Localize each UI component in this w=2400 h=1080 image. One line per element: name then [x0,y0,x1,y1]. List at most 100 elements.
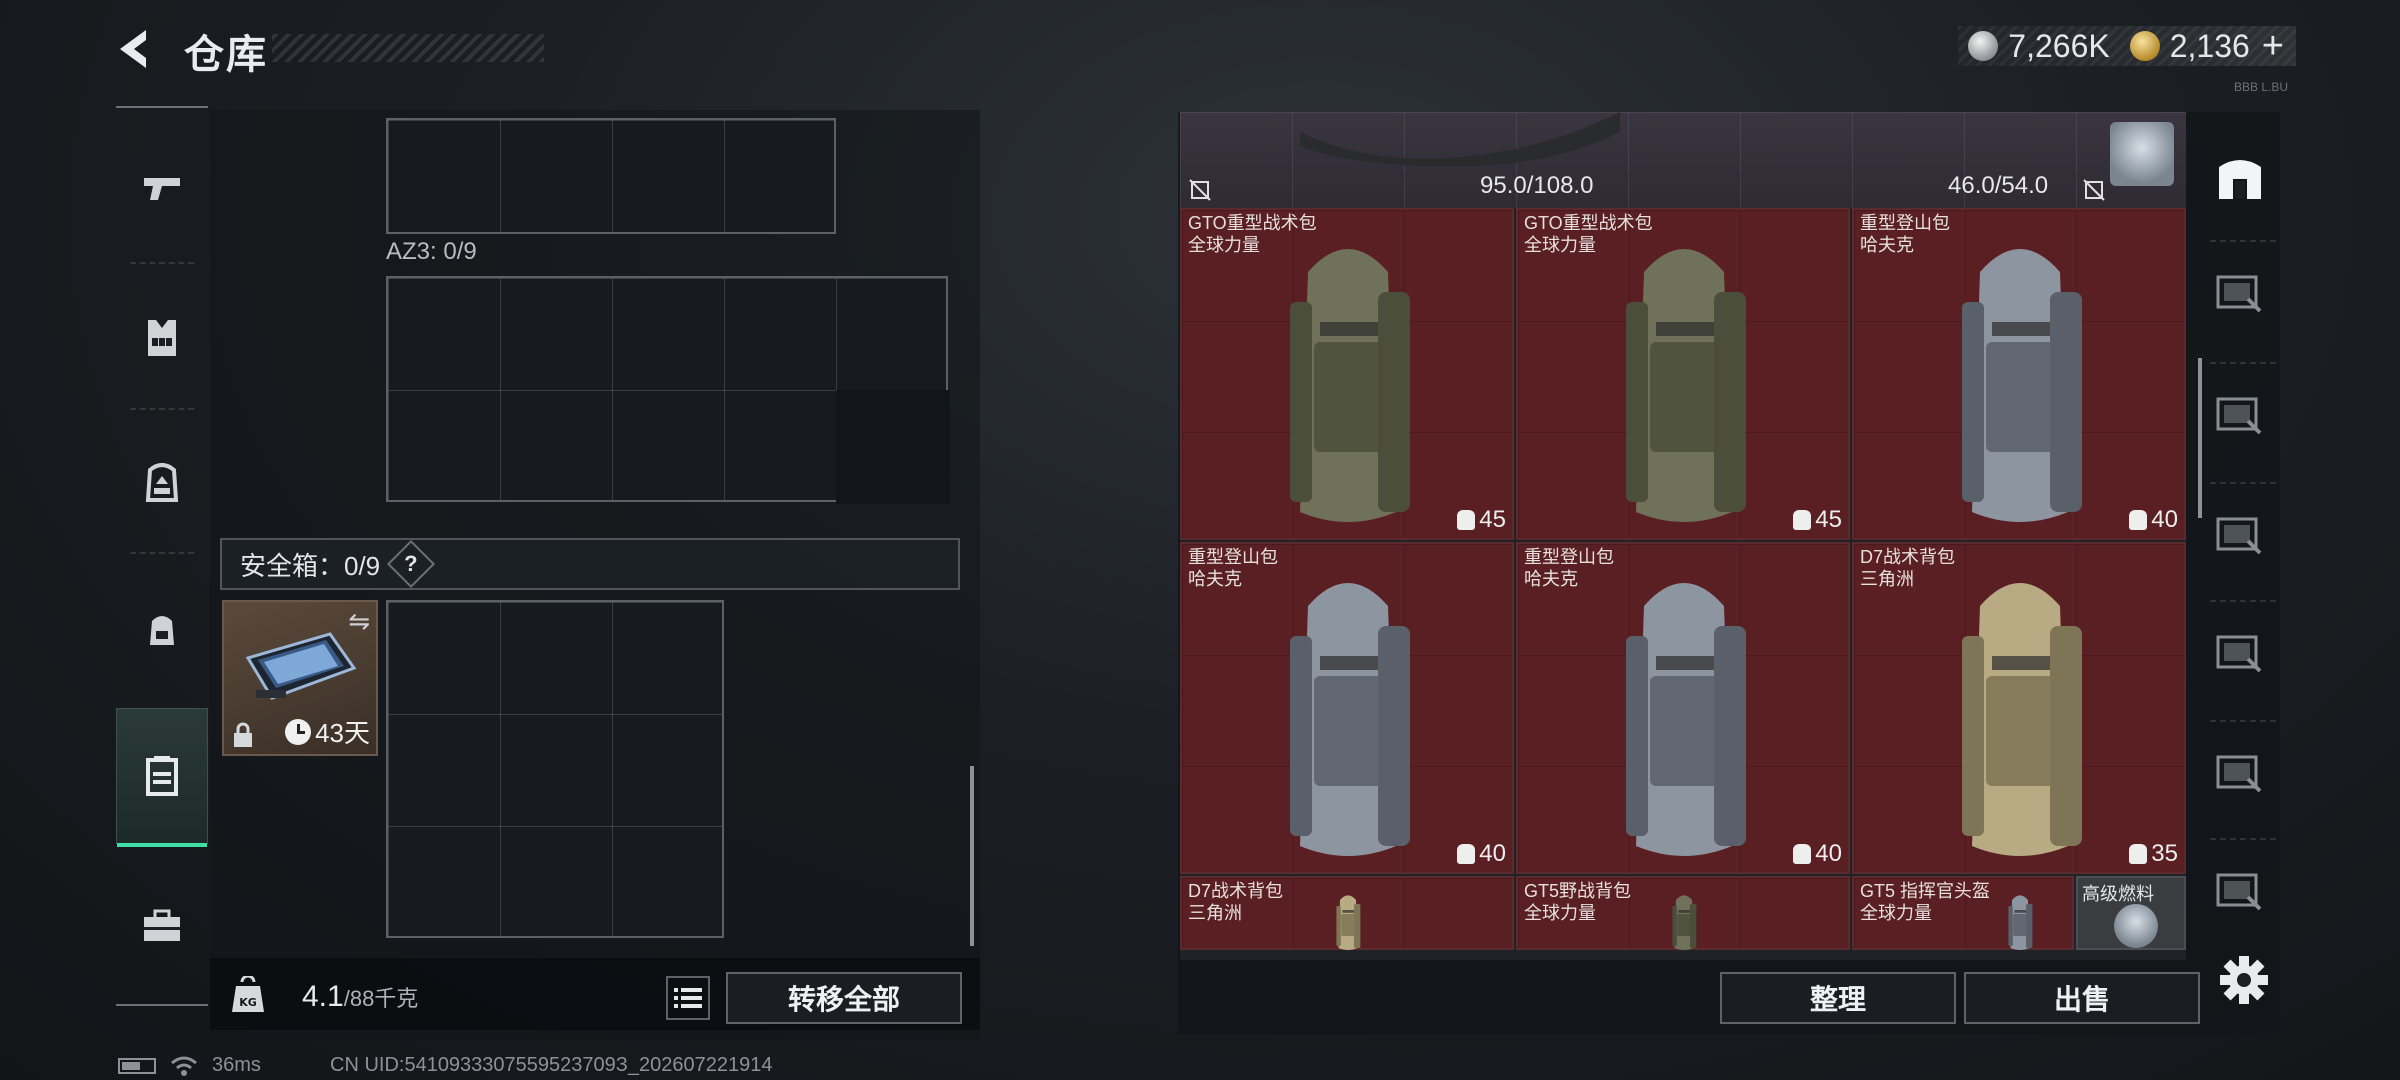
sell-button[interactable]: 出售 [1964,972,2200,1024]
rail-separator [2210,838,2276,840]
fuel-label: 高级燃料 [2082,884,2154,904]
small-backpack-icon [150,616,174,645]
item-name-label: 重型登山包 哈夫克 [1188,547,1278,589]
item-name-label: 重型登山包 哈夫克 [1524,547,1614,589]
video-card-icon [2216,635,2262,673]
vest-icon [148,320,176,356]
item-name-label: GTO重型战术包 全球力量 [1188,213,1317,255]
stack-card-icon [2216,397,2262,435]
list-icon [674,988,702,1008]
stash-item[interactable]: D7战术背包 三角洲 [1180,876,1514,950]
rail-item-weapon[interactable] [116,118,208,258]
backpack-image [1962,583,2082,856]
item-capacity: 40 [1457,840,1506,868]
transfer-all-button[interactable]: 转移全部 [726,972,962,1024]
backpack-image [1626,583,1746,856]
safe-box-bar: 安全箱：0/9 ? [220,538,960,590]
item-name-label: GT5野战背包 全球力量 [1524,881,1632,923]
stash-scrollbar[interactable] [2198,358,2202,518]
stash-tab-1[interactable] [2208,262,2272,322]
stash-item[interactable]: 重型登山包 哈夫克 40 [1180,542,1514,874]
uid-text: CN UID:5410933307559523709З_202607221914 [330,1054,773,1076]
item-name-label: D7战术背包 三角洲 [1188,881,1284,923]
safe-box-image [245,632,357,700]
item-name-label: D7战术背包 三角洲 [1860,547,1956,589]
fuel-can-image[interactable] [2110,122,2174,186]
no-rotate-icon [2083,179,2105,201]
stash-home-button[interactable] [2208,148,2272,208]
rail-separator [2210,600,2276,602]
bag-icon [1793,510,1812,530]
rail-item-vest[interactable] [116,268,208,408]
az3-label: AZ3: 0/9 [386,238,477,265]
swap-icon: ⇋ [348,606,370,636]
help-icon: ? [404,550,418,576]
battery-icon [118,1057,156,1074]
bag-icon [1793,844,1812,864]
stash-tab-4[interactable] [2208,622,2272,682]
bag-icon [1457,844,1476,864]
organize-button[interactable]: 整理 [1720,972,1956,1024]
rail-item-pouch[interactable] [116,560,208,700]
backpack-icon [145,463,179,502]
weight-max: /88千克 [343,986,419,1011]
backpack-image [1962,249,2082,522]
rail-separator [2210,720,2276,722]
wifi-icon [171,1056,197,1076]
page-title: 仓库 [184,33,268,77]
rail-item-backpack[interactable] [116,412,208,552]
version-text: BBB L.BU [2233,80,2288,94]
stash-tab-2[interactable] [2208,384,2272,444]
backpack-image [1290,249,1410,522]
item-name-label: GT5 指挥官头盔 全球力量 [1860,881,1991,923]
rail-separator [130,552,194,554]
back-arrow-icon[interactable] [112,24,156,74]
add-currency-button[interactable]: + [2262,25,2284,68]
stash-item[interactable]: GTO重型战术包 全球力量 45 [1516,208,1850,540]
safe-box-item[interactable]: ⇋ 43天 [222,600,378,756]
gear-icon[interactable] [2216,952,2272,1008]
rail-item-safe-box[interactable] [116,708,208,847]
stash-tab-5[interactable] [2208,742,2272,802]
clock-icon [285,718,312,745]
item-capacity: 40 [1793,840,1842,868]
list-view-button[interactable] [666,976,710,1020]
stash-tab-3[interactable] [2208,504,2272,564]
backpack-image [1626,249,1746,522]
stash-item[interactable]: GT5野战背包 全球力量 [1516,876,1850,950]
video-card-icon [2216,517,2262,555]
stash-tab-6[interactable] [2208,860,2272,920]
rail-separator [2210,240,2276,242]
loadout-scrollbar[interactable] [970,766,974,946]
gold-amount: 2,136 [2169,27,2250,64]
item-capacity: 45 [1793,506,1842,534]
stash-item[interactable]: 重型登山包 哈夫克 40 [1516,542,1850,874]
bag-icon [1457,510,1476,530]
bag-icon [2129,510,2148,530]
silver-coin-icon [1968,31,1999,61]
rail-separator [2210,482,2276,484]
help-button[interactable]: ? [387,539,436,589]
fuel-can-icon [2114,904,2158,948]
lock-icon [234,722,252,747]
title-stripe [272,34,544,62]
stash-item[interactable]: GTO重型战术包 全球力量 45 [1180,208,1514,540]
timer-text: 43天 [315,718,370,748]
stash-item[interactable]: GT5 指挥官头盔 全球力量 [1852,876,2074,950]
weight-text: 4.1/88千克 [302,980,418,1014]
item-capacity: 45 [1457,506,1506,534]
backpack-image [1290,583,1410,856]
item-capacity: 35 [2129,840,2178,868]
stash-item[interactable]: D7战术背包 三角洲 35 [1852,542,2186,874]
status-bar: 36ms [118,1054,261,1077]
stash-item[interactable]: 重型登山包 哈夫克 40 [1852,208,2186,540]
rail-item-toolbox[interactable] [116,856,208,996]
item-name-label: 重型登山包 哈夫克 [1860,213,1950,255]
video-card-icon [2216,275,2262,313]
safe-box-label: 安全箱：0/9 [240,550,381,581]
stash-capacity-left: 95.0/108.0 [1480,172,1594,199]
stash-capacity-right: 46.0/54.0 [1948,172,2049,199]
backpack-image [1336,895,1361,950]
stash-item-fuel[interactable]: 高级燃料 [2076,876,2186,950]
ping-text: 36ms [212,1054,261,1076]
